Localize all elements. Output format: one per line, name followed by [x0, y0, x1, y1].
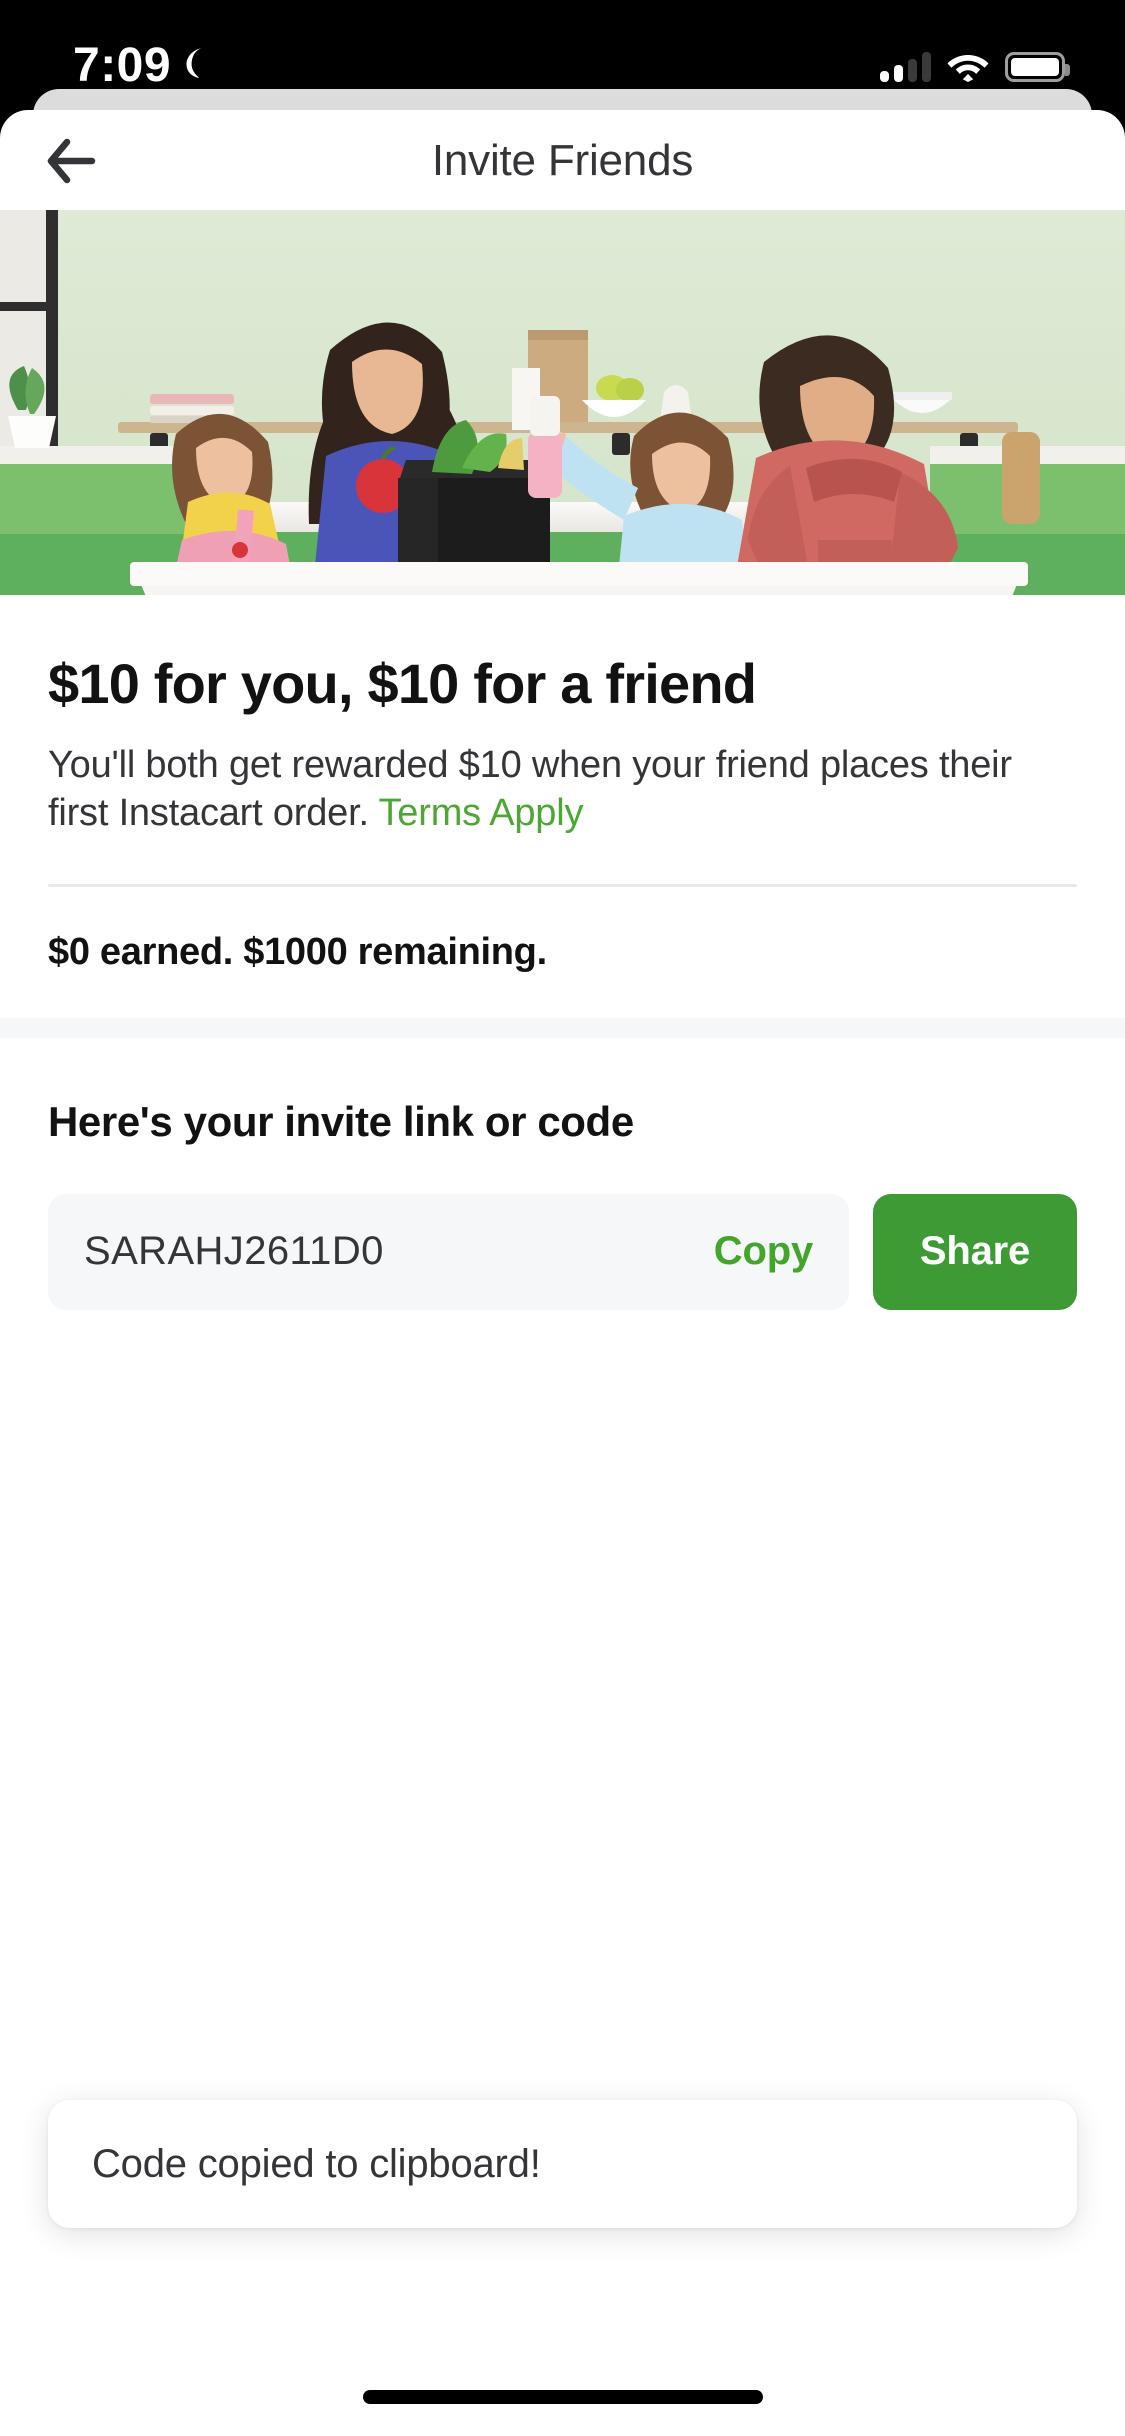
share-button[interactable]: Share	[873, 1193, 1077, 1310]
phone-screen: 7:09 Invite Friends $10 for you, $10 for…	[0, 0, 1125, 2436]
invite-section: Here's your invite link or code SARAHJ26…	[0, 1098, 1125, 1310]
page-title: Invite Friends	[431, 136, 694, 185]
battery-icon	[1005, 52, 1070, 82]
offer-section: $10 for you, $10 for a friend You'll bot…	[0, 651, 1125, 974]
nav-bar: Invite Friends	[0, 110, 1125, 210]
offer-description: You'll both get rewarded $10 when your f…	[48, 742, 1077, 838]
cellular-signal-icon	[880, 52, 931, 82]
status-bar-time: 7:09	[73, 39, 172, 92]
home-indicator	[362, 2390, 763, 2404]
invite-code-row: SARAHJ2611D0 Copy Share	[48, 1193, 1077, 1310]
invite-friends-sheet: Invite Friends $10 for you, $10 for a fr…	[0, 110, 1125, 2436]
section-separator-band	[0, 1017, 1125, 1038]
hero-image	[0, 210, 1125, 595]
invite-code-field[interactable]: SARAHJ2611D0 Copy	[48, 1193, 849, 1310]
invite-code-value: SARAHJ2611D0	[84, 1229, 384, 1274]
wifi-icon	[947, 55, 989, 82]
crescent-moon-icon	[186, 48, 202, 78]
invite-section-title: Here's your invite link or code	[48, 1097, 634, 1145]
toast-notification: Code copied to clipboard!	[48, 2100, 1077, 2228]
earnings-status: $0 earned. $1000 remaining.	[48, 930, 547, 973]
offer-headline: $10 for you, $10 for a friend	[48, 652, 757, 715]
section-divider	[48, 883, 1077, 887]
terms-apply-link[interactable]: Terms Apply	[379, 792, 584, 834]
copy-button[interactable]: Copy	[714, 1229, 813, 1274]
family-kitchen-illustration	[0, 210, 1125, 595]
toast-message: Code copied to clipboard!	[92, 2141, 541, 2186]
status-bar-indicators	[880, 44, 1070, 82]
